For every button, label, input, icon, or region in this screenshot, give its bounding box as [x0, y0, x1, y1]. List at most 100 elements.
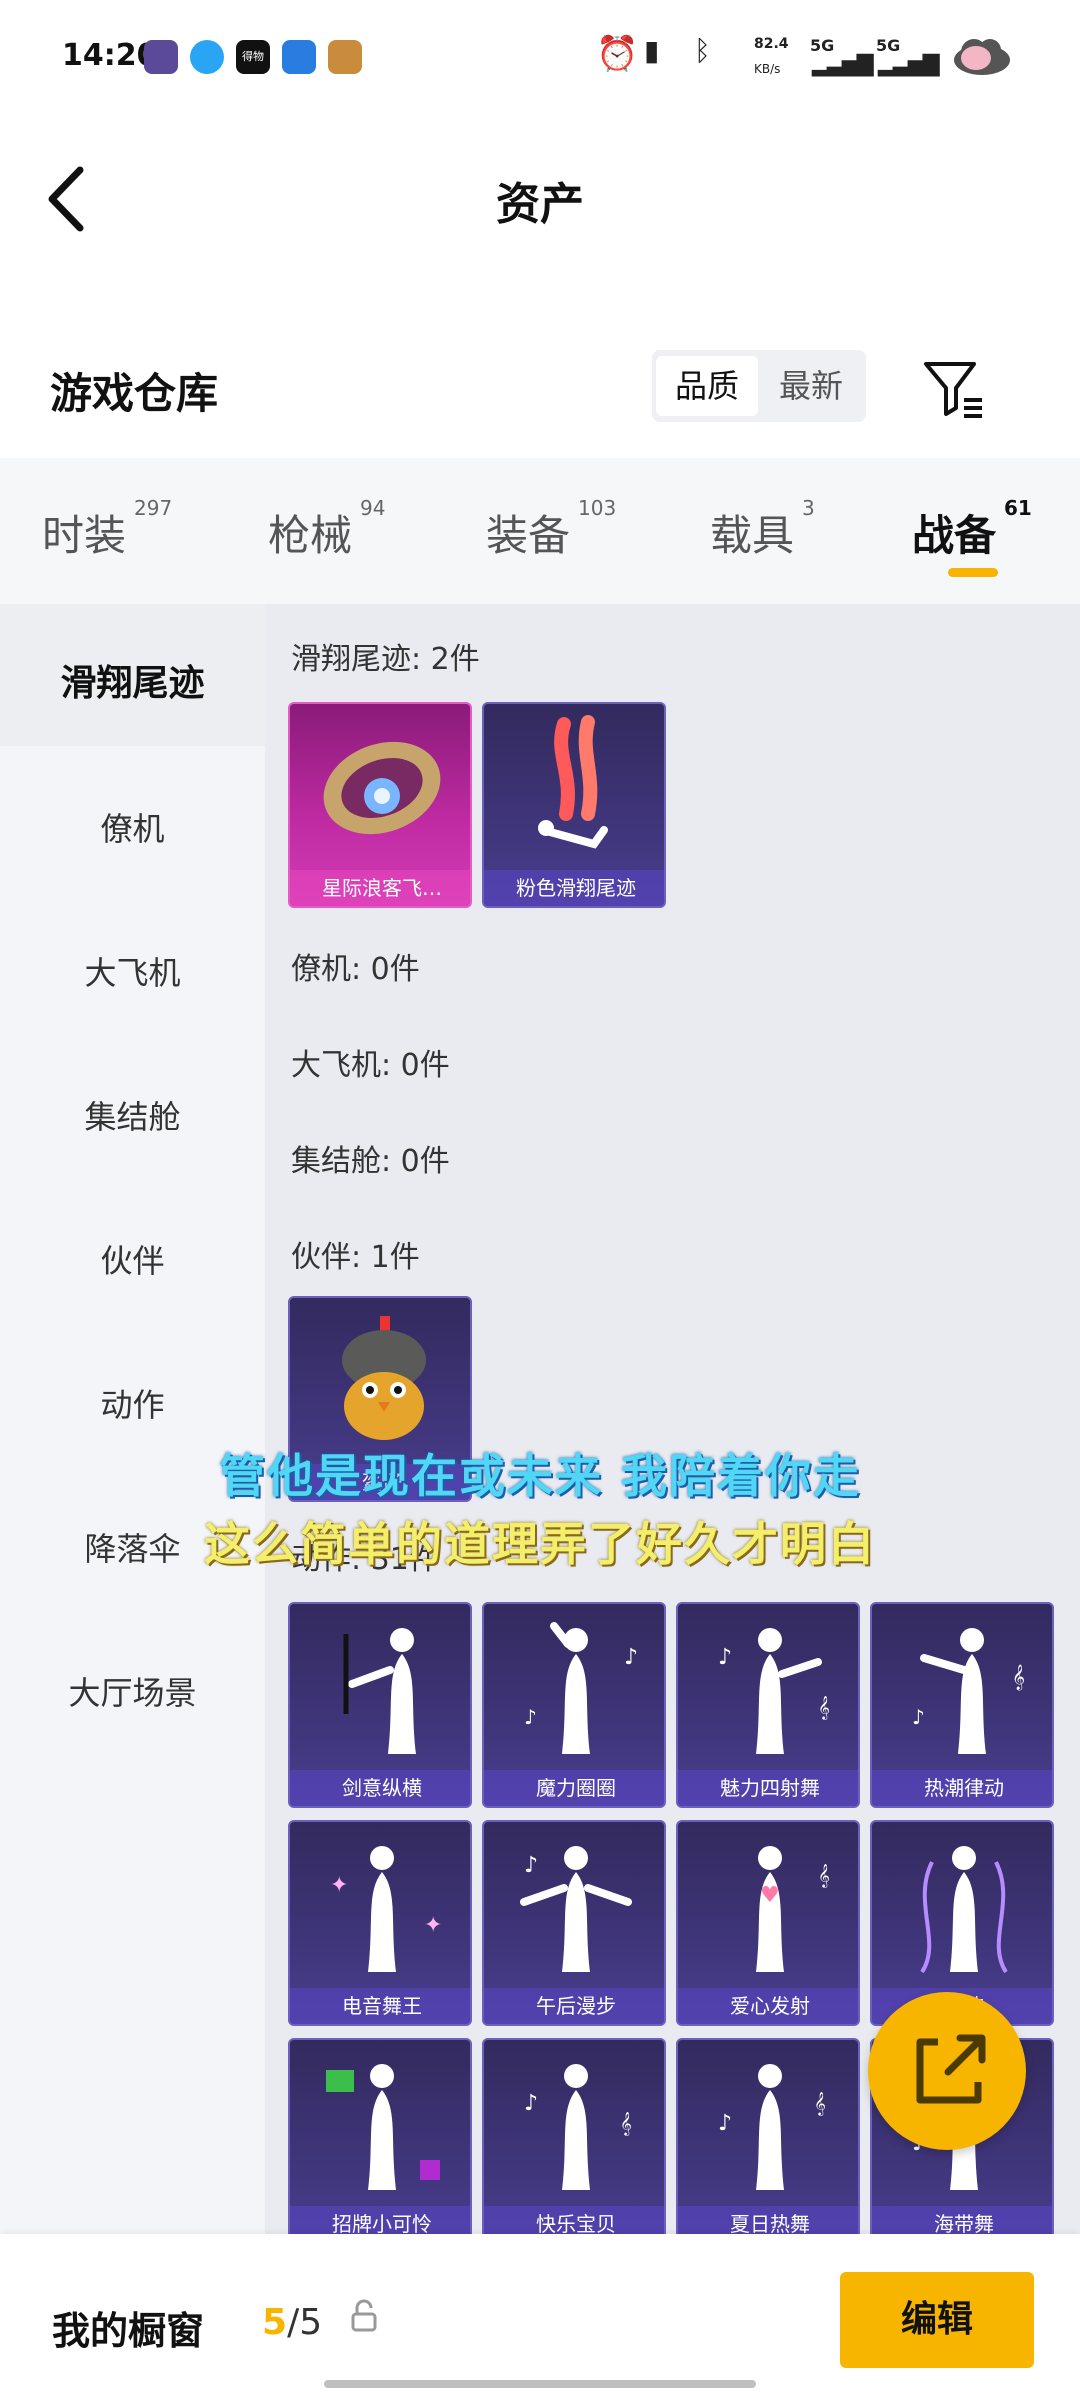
tab-count: 94	[360, 496, 386, 520]
item-card[interactable]: 招牌小可怜	[288, 2038, 472, 2234]
item-image	[323, 741, 441, 835]
svg-text:✦: ✦	[330, 1873, 348, 1898]
item-card[interactable]: ✦ ✦ 电音舞王	[288, 1820, 472, 2026]
battery-cloud-icon	[954, 39, 1010, 75]
section-heading-wingman: 僚机: 0件	[291, 952, 420, 987]
dancer-icon: ♪𝄞	[718, 1628, 830, 1754]
item-card[interactable]: ♪ 午后漫步	[482, 1820, 666, 2026]
tab-vehicles[interactable]: 载具 3	[710, 496, 815, 563]
share-export-icon	[916, 2034, 986, 2104]
dancer-icon: 𝄞♪	[912, 1628, 1025, 1754]
showcase-count-total: /5	[287, 2302, 323, 2343]
tab-label: 装备	[486, 511, 571, 560]
home-indicator[interactable]	[324, 2380, 756, 2388]
active-tab-indicator	[948, 568, 998, 577]
svg-text:♪: ♪	[524, 1853, 538, 1878]
item-list: 滑翔尾迹: 2件 星际浪客飞… 粉色滑翔尾迹 僚机: 0件 大飞机: 0件 集结…	[265, 604, 1080, 2234]
dancer-icon: ♥𝄞	[756, 1846, 830, 1972]
item-card[interactable]: 星际浪客飞…	[288, 702, 472, 908]
svg-text:♪: ♪	[624, 1645, 638, 1670]
page-title: 资产	[496, 179, 584, 230]
showcase-count: 5/5	[262, 2302, 322, 2343]
game-app-icon	[328, 40, 362, 74]
item-label: 夏日热舞	[678, 2206, 858, 2234]
bluetooth-icon: ᛒ	[694, 34, 711, 67]
item-label: 爱心发射	[678, 1988, 858, 2024]
app-k-icon	[144, 40, 178, 74]
filter-icon[interactable]	[920, 356, 986, 422]
sidebar: 滑翔尾迹 僚机 大飞机 集结舱 伙伴 动作 降落伞 大厅场景	[0, 604, 265, 2234]
item-card[interactable]: ♪ 𝄞 魅力四射舞	[676, 1602, 860, 1808]
svg-text:✦: ✦	[424, 1913, 442, 1938]
item-card[interactable]: 𝄞 ♪ 热潮律动	[870, 1602, 1054, 1808]
item-label: 快乐宝贝	[484, 2206, 664, 2234]
section-heading-glide-trail: 滑翔尾迹: 2件	[291, 642, 480, 677]
status-bar: 14:20 得物 ⏰ ▮ ᛒ 82.4 KB/s 5G ▂▃▅▇ 5G ▂▃▅▇	[0, 0, 1080, 110]
sidebar-item-big-plane[interactable]: 大飞机	[0, 948, 265, 994]
item-card[interactable]: ♪ 𝄞 快乐宝贝	[482, 2038, 666, 2234]
tab-label: 时装	[42, 511, 127, 560]
sort-newest-button[interactable]: 最新	[760, 356, 862, 416]
showcase-count-current: 5	[262, 2302, 288, 2343]
sidebar-item-lobby-scene[interactable]: 大厅场景	[0, 1668, 265, 1714]
svg-text:♪: ♪	[524, 1705, 537, 1729]
svg-text:♪: ♪	[718, 2111, 732, 2136]
item-card[interactable]: ♥ 𝄞 爱心发射	[676, 1820, 860, 2026]
dancer-icon: ♪𝄞	[718, 2064, 826, 2190]
item-label: 热潮律动	[872, 1770, 1052, 1806]
sidebar-item-action[interactable]: 动作	[0, 1380, 265, 1426]
edit-button[interactable]: 编辑	[840, 2272, 1034, 2368]
dancer-icon	[343, 1628, 416, 1754]
item-image	[538, 715, 608, 849]
item-card[interactable]: ♪ ♪ 魔力圈圈	[482, 1602, 666, 1808]
dancer-icon: ♪	[520, 1846, 632, 1972]
section-heading-big-plane: 大飞机: 0件	[291, 1048, 450, 1083]
share-fab-button[interactable]	[868, 1992, 1026, 2150]
net-speed-value: 82.4	[754, 36, 789, 52]
category-tabs: 时装 297 枪械 94 装备 103 载具 3 战备 61	[0, 458, 1080, 604]
dancer-icon: ♪♪	[524, 1622, 638, 1754]
tab-count: 297	[134, 496, 173, 520]
signal-bars-2-icon: ▂▃▅▇	[878, 52, 940, 77]
item-label: 星际浪客飞…	[290, 870, 470, 906]
sort-quality-button[interactable]: 品质	[656, 356, 758, 416]
item-card[interactable]: 粉色滑翔尾迹	[482, 702, 666, 908]
vibrate-icon: ▮	[644, 34, 660, 67]
tab-combat-gear[interactable]: 战备 61	[912, 496, 1032, 563]
net-speed-unit: KB/s	[754, 62, 781, 76]
svg-text:♪: ♪	[912, 1705, 925, 1729]
sidebar-item-partner[interactable]: 伙伴	[0, 1236, 265, 1282]
sidebar-item-wingman[interactable]: 僚机	[0, 804, 265, 850]
sidebar-item-glide-trail[interactable]: 滑翔尾迹	[0, 654, 265, 706]
lock-icon	[351, 2299, 377, 2332]
tab-count: 61	[1004, 496, 1032, 520]
svg-text:𝄞: 𝄞	[818, 1695, 830, 1720]
item-label: 粉色滑翔尾迹	[484, 870, 664, 906]
dewu-app-icon: 得物	[236, 40, 270, 74]
item-label: 海带舞	[872, 2206, 1052, 2234]
tab-equipment[interactable]: 装备 103	[486, 496, 616, 563]
svg-text:𝄞: 𝄞	[1012, 1664, 1025, 1690]
browser-app-icon	[282, 40, 316, 74]
svg-text:𝄞: 𝄞	[818, 1863, 830, 1888]
sidebar-item-assembly-pod[interactable]: 集结舱	[0, 1092, 265, 1138]
item-card[interactable]: ♪ 𝄞 夏日热舞	[676, 2038, 860, 2234]
tab-count: 103	[578, 496, 617, 520]
section-heading-partner: 伙伴: 1件	[291, 1240, 420, 1275]
tab-label: 枪械	[268, 511, 353, 560]
lyric-line-1: 管他是现在或未来 我陪着你走	[218, 1449, 861, 1503]
item-label: 电音舞王	[290, 1988, 470, 2024]
bottom-bar: 我的橱窗 5/5 编辑	[0, 2234, 1080, 2400]
dancer-icon	[326, 2064, 440, 2190]
section-heading-assembly-pod: 集结舱: 0件	[291, 1144, 450, 1179]
item-label: 魔力圈圈	[484, 1770, 664, 1806]
tab-fashion[interactable]: 时装 297	[42, 496, 172, 563]
alarm-icon: ⏰	[596, 34, 639, 74]
item-card[interactable]: 剑意纵横	[288, 1602, 472, 1808]
tab-firearms[interactable]: 枪械 94	[268, 496, 385, 563]
chat-app-icon	[190, 40, 224, 74]
dancer-icon: ✦✦	[330, 1846, 442, 1972]
tab-count: 3	[802, 496, 815, 520]
item-label: 魅力四射舞	[678, 1770, 858, 1806]
svg-text:♥: ♥	[760, 1883, 780, 1908]
